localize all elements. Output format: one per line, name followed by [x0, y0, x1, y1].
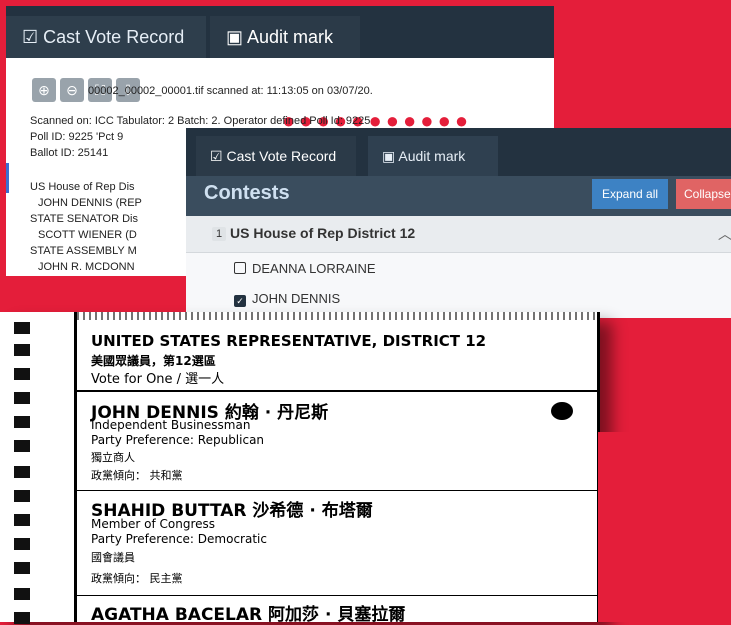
- chevron-up-icon[interactable]: ︿: [718, 224, 731, 244]
- tab-cast-vote-record[interactable]: ☑ Cast Vote Record: [6, 16, 206, 58]
- timing-mark: [14, 322, 30, 334]
- candidate-occupation-cn: 獨立商人: [91, 451, 135, 464]
- tab-cast-vote-record[interactable]: ☑ Cast Vote Record: [196, 136, 356, 176]
- candidate-party: Party Preference: Republican: [91, 433, 265, 447]
- candidate-option[interactable]: DEANNA LORRAINE: [234, 261, 376, 276]
- timing-mark: [14, 490, 30, 502]
- contest-list: 1 US House of Rep District 12 ︿ DEANNA L…: [186, 216, 731, 318]
- candidate-occupation: Independent Businessman: [91, 418, 251, 432]
- poll-id: Poll ID: 9225 'Pct 9: [30, 131, 124, 143]
- divider: [77, 490, 597, 491]
- background-block: [598, 432, 731, 622]
- timing-mark: [14, 344, 30, 356]
- collapse-all-button[interactable]: Collapse all: [676, 179, 731, 209]
- candidate-name: AGATHA BACELAR 阿加莎 · 貝塞拉爾: [91, 605, 406, 625]
- contest-name: US House of Rep District 12: [230, 225, 416, 241]
- timing-mark: [14, 440, 30, 452]
- timing-mark: [14, 612, 30, 624]
- timing-mark: [14, 392, 30, 404]
- checkbox-unchecked[interactable]: [234, 262, 246, 274]
- contests-window: ☑ Cast Vote Record ▣ Audit mark Contests…: [186, 128, 731, 318]
- vote-for: Vote for One / 選一人: [91, 372, 225, 387]
- cvr-line: STATE SENATOR Dis: [30, 213, 138, 225]
- timing-mark: [14, 588, 30, 600]
- contests-title: Contests: [204, 182, 290, 204]
- cvr-line: JOHN DENNIS (REP: [38, 197, 142, 209]
- candidate-party-cn: 政黨傾向： 共和黨: [91, 469, 183, 482]
- image-icon: ▣: [226, 27, 248, 47]
- divider: [77, 390, 597, 392]
- tab-audit-mark[interactable]: ▣ Audit mark: [210, 16, 360, 58]
- selection-bar: [6, 163, 9, 193]
- ballot-contest-box: UNITED STATES REPRESENTATIVE, DISTRICT 1…: [74, 312, 600, 625]
- timing-mark: [14, 466, 30, 478]
- filled-oval-mark: [551, 402, 573, 420]
- tab-bar: ☑ Cast Vote Record ▣ Audit mark: [186, 128, 731, 176]
- scan-noise: [77, 312, 597, 320]
- cvr-line: SCOTT WIENER (D: [38, 229, 137, 241]
- candidate-party: Party Preference: Democratic: [91, 532, 267, 546]
- candidate-occupation: Member of Congress: [91, 517, 216, 531]
- zoom-in-icon[interactable]: ⊕: [32, 78, 56, 102]
- ballot-title: UNITED STATES REPRESENTATIVE, DISTRICT 1…: [91, 332, 487, 350]
- contest-number: 1: [212, 227, 227, 241]
- ballot-title-cn: 美國眾議員，第12選區: [91, 354, 216, 368]
- expand-all-button[interactable]: Expand all: [592, 179, 669, 209]
- tab-bar: ☑ Cast Vote Record ▣ Audit mark: [6, 6, 554, 58]
- timing-mark: [14, 562, 30, 574]
- cvr-line: US House of Rep Dis: [30, 181, 135, 193]
- divider: [77, 595, 597, 596]
- candidate-option[interactable]: ✓ JOHN DENNIS: [234, 291, 340, 307]
- timing-mark: [14, 514, 30, 526]
- timing-mark: [14, 368, 30, 380]
- timing-mark: [14, 416, 30, 428]
- ballot-id: Ballot ID: 25141: [30, 147, 109, 159]
- file-info: 00002_00002_00001.tif scanned at: 11:13:…: [88, 85, 373, 97]
- check-square-icon: ☑: [22, 27, 44, 47]
- image-icon: ▣: [382, 148, 399, 164]
- ballot-scan-image: UNITED STATES REPRESENTATIVE, DISTRICT 1…: [0, 312, 600, 625]
- cvr-line: JOHN R. MCDONN: [38, 261, 135, 273]
- zoom-out-icon[interactable]: ⊖: [60, 78, 84, 102]
- candidate-party-cn: 政黨傾向： 民主黨: [91, 572, 183, 585]
- timing-mark: [14, 538, 30, 550]
- candidate-occupation-cn: 國會議員: [91, 551, 135, 564]
- scanned-on: Scanned on: ICC Tabulator: 2 Batch: 2. O…: [30, 115, 371, 127]
- check-square-icon: ☑: [210, 148, 227, 164]
- checkbox-checked[interactable]: ✓: [234, 295, 246, 307]
- contest-header-row[interactable]: 1 US House of Rep District 12 ︿: [186, 216, 731, 253]
- contests-header: Contests Expand all Collapse all: [186, 176, 731, 216]
- cvr-line: STATE ASSEMBLY M: [30, 245, 137, 257]
- tab-audit-mark[interactable]: ▣ Audit mark: [368, 136, 498, 176]
